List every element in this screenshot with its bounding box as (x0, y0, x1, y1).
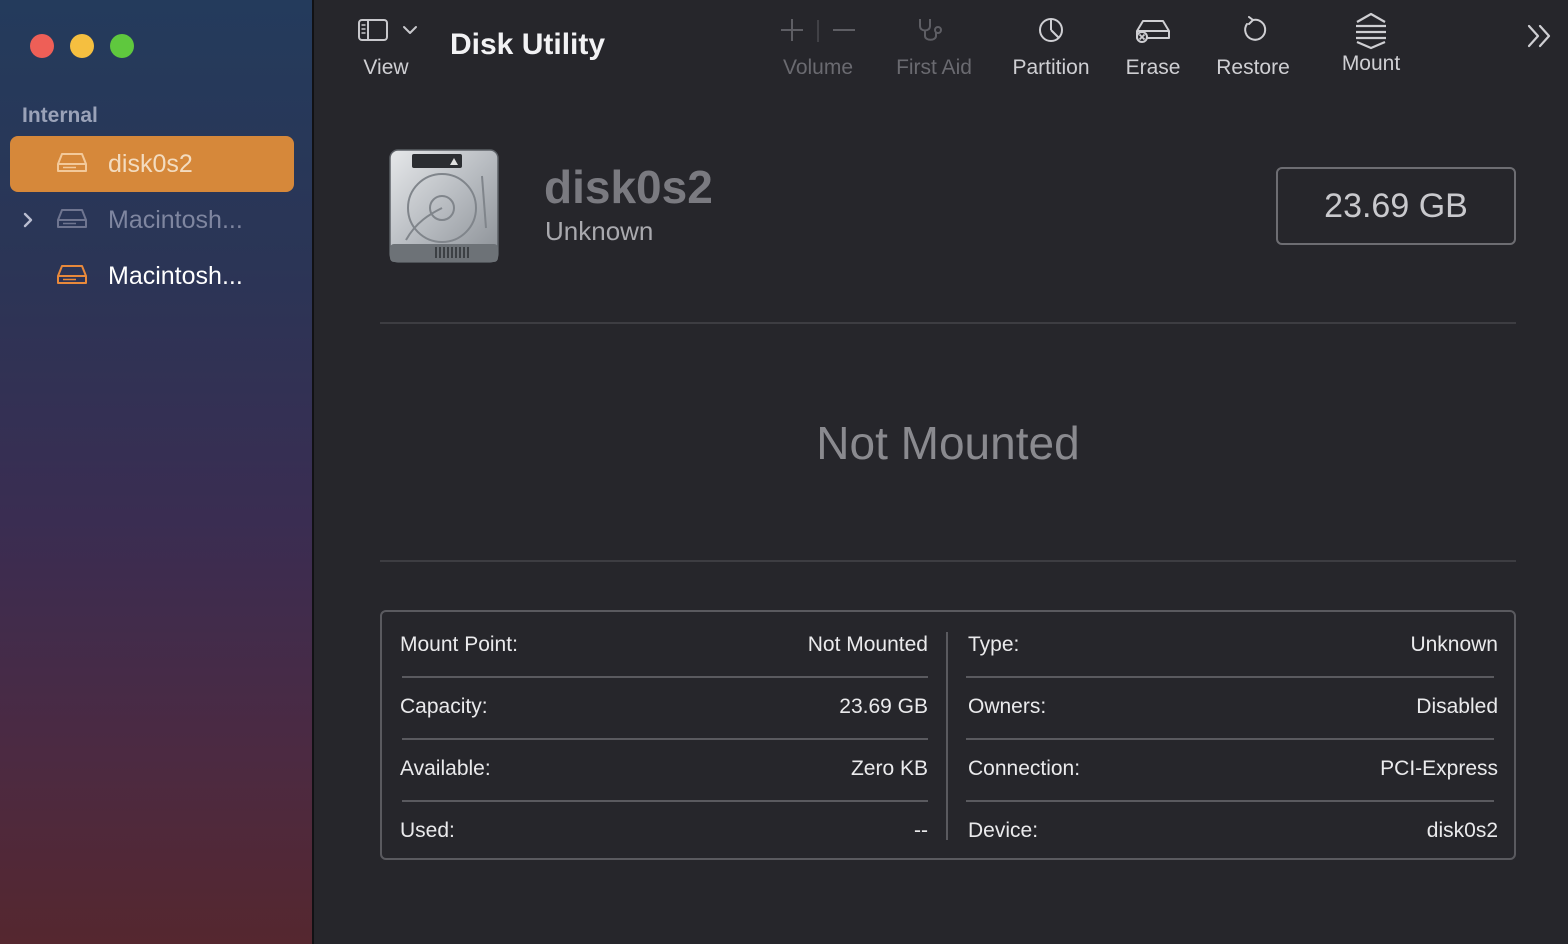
info-key: Owners: (968, 695, 1047, 718)
sidebar-item-label: Macintosh... (108, 205, 243, 234)
sidebar-item-macintosh-1[interactable]: Macintosh... (10, 192, 294, 248)
partition-button[interactable]: Partition (1004, 16, 1098, 80)
partition-label: Partition (1012, 56, 1090, 79)
sidebar-section-internal: Internal (22, 104, 98, 127)
info-value: PCI-Express (1380, 757, 1498, 780)
more-chevrons-icon (1527, 24, 1551, 48)
info-value: disk0s2 (1426, 819, 1498, 842)
info-row-mount-point: Mount Point: Not Mounted (400, 614, 928, 676)
info-key: Type: (968, 633, 1020, 656)
volume-icons (781, 19, 855, 42)
mount-status: Not Mounted (816, 417, 1080, 469)
first-aid-label: First Aid (896, 56, 972, 79)
info-key: Available: (400, 757, 491, 780)
sidebar-item-disk0s2[interactable]: disk0s2 (10, 136, 294, 192)
window-controls (30, 34, 134, 58)
info-row-owners: Owners: Disabled (968, 676, 1498, 738)
info-row-device: Device: disk0s2 (968, 800, 1498, 862)
info-key: Connection: (968, 757, 1081, 780)
sidebar-item-macintosh-2[interactable]: Macintosh... (10, 248, 294, 304)
info-key: Mount Point: (400, 633, 518, 656)
mount-icon (1356, 12, 1386, 50)
info-key: Capacity: (400, 695, 488, 718)
sidebar-toggle-icon (358, 19, 417, 41)
info-key: Device: (968, 819, 1039, 842)
volume-label: Volume (782, 56, 854, 79)
disk-drive-icon (57, 209, 87, 228)
minimize-button[interactable] (70, 34, 94, 58)
erase-button[interactable]: Erase (1122, 16, 1184, 80)
mount-label: Mount (1341, 52, 1401, 75)
info-value: 23.69 GB (839, 695, 928, 718)
restore-icon (1244, 16, 1267, 41)
info-row-available: Available: Zero KB (400, 738, 928, 800)
chevron-down-icon (403, 26, 417, 34)
info-row-capacity: Capacity: 23.69 GB (400, 676, 928, 738)
sidebar-item-label: Macintosh... (108, 261, 243, 290)
info-key: Used: (400, 819, 455, 842)
restore-label: Restore (1216, 56, 1290, 79)
zoom-button[interactable] (110, 34, 134, 58)
erase-label: Erase (1125, 56, 1181, 79)
first-aid-button[interactable]: First Aid (890, 16, 978, 80)
mount-button[interactable]: Mount (1336, 12, 1406, 76)
toolbar: View Disk Utility Volume First Aid Parti… (316, 0, 1568, 110)
plus-icon (781, 19, 803, 41)
stethoscope-icon (919, 19, 942, 41)
info-value: -- (914, 819, 928, 842)
column-divider (946, 632, 948, 840)
toolbar-overflow-button[interactable] (1522, 22, 1558, 50)
info-table: Mount Point: Not Mounted Capacity: 23.69… (380, 610, 1516, 860)
disk-drive-icon (57, 265, 87, 284)
sidebar-item-label: disk0s2 (108, 149, 193, 178)
disk-subtitle: Unknown (545, 216, 654, 246)
info-row-connection: Connection: PCI-Express (968, 738, 1498, 800)
disclosure-chevron-icon[interactable] (20, 208, 36, 232)
view-label: View (363, 56, 409, 79)
app-title: Disk Utility (450, 28, 606, 61)
erase-icon (1136, 20, 1170, 43)
info-row-used: Used: -- (400, 800, 928, 862)
disk-size-badge: 23.69 GB (1276, 167, 1516, 245)
info-value: Disabled (1416, 695, 1498, 718)
volume-button[interactable]: Volume (774, 16, 862, 80)
divider-top (380, 322, 1516, 324)
pie-chart-icon (1039, 18, 1063, 42)
info-value: Zero KB (850, 757, 928, 780)
close-button[interactable] (30, 34, 54, 58)
info-row-type: Type: Unknown (968, 614, 1498, 676)
sidebar: Internal disk0s2 Macintosh... Macintosh.… (0, 0, 314, 944)
view-button[interactable]: View (356, 16, 417, 80)
restore-button[interactable]: Restore (1212, 16, 1294, 80)
hard-disk-icon (389, 149, 499, 263)
info-value: Unknown (1410, 633, 1498, 656)
divider-bottom (380, 560, 1516, 562)
disk-drive-icon (57, 153, 87, 172)
disk-title: disk0s2 (544, 161, 713, 213)
info-value: Not Mounted (807, 633, 928, 656)
